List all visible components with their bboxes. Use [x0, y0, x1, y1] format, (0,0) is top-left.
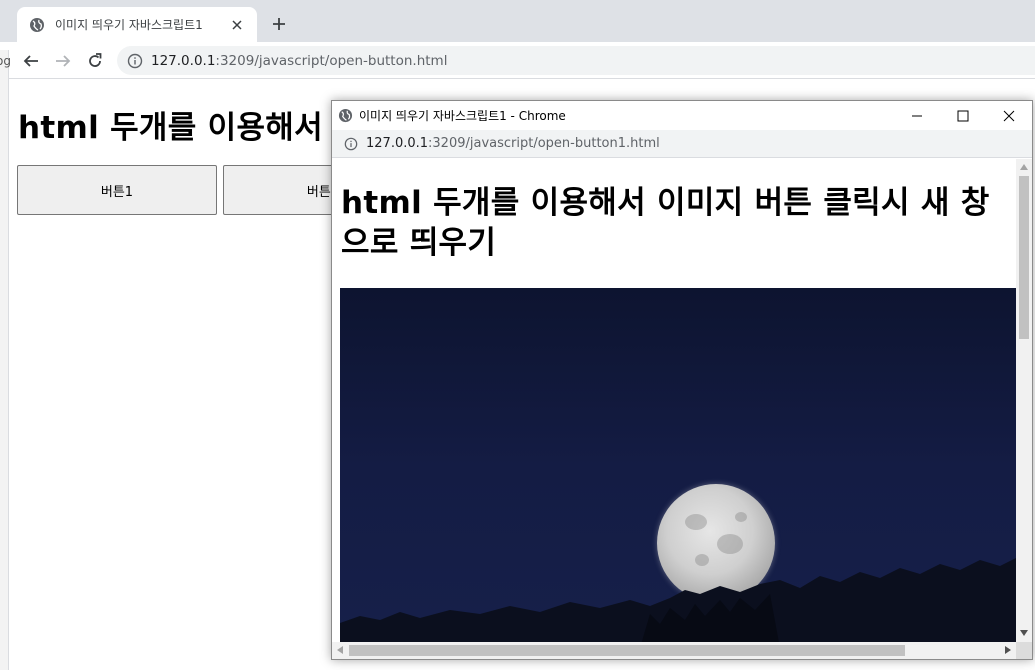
plus-icon[interactable] [268, 13, 290, 35]
moon-image [340, 288, 1016, 642]
browser-toolbar: 127.0.0.1:3209/javascript/open-button.ht… [0, 42, 1035, 79]
popup-heading: html 두개를 이용해서 이미지 버튼 클릭시 새 창으로 띄우기 [341, 185, 990, 261]
info-icon[interactable] [127, 53, 143, 69]
forward-icon[interactable] [50, 48, 76, 74]
popup-title: 이미지 띄우기 자바스크립트1 - Chrome [359, 109, 566, 123]
close-tab-icon[interactable] [227, 15, 247, 35]
info-icon[interactable] [344, 137, 358, 151]
address-bar[interactable]: 127.0.0.1:3209/javascript/open-button.ht… [117, 46, 1035, 75]
address-url: 127.0.0.1:3209/javascript/open-button.ht… [151, 52, 448, 69]
tab-title: 이미지 띄우기 자바스크립트1 [55, 18, 203, 32]
vertical-scrollbar[interactable] [1016, 159, 1032, 642]
maximize-icon[interactable] [940, 101, 986, 130]
popup-content: html 두개를 이용해서 이미지 버튼 클릭시 새 창으로 띄우기 [332, 159, 1016, 642]
close-window-icon[interactable] [986, 101, 1032, 130]
horizontal-scrollbar[interactable] [332, 642, 1016, 659]
button-1[interactable]: 버튼1 [17, 165, 217, 215]
back-icon[interactable] [18, 48, 44, 74]
scrollbar-corner [1016, 642, 1032, 659]
page-heading: html 두개를 이용해서 [18, 110, 323, 146]
left-window-edge: og [0, 50, 11, 670]
browser-tab[interactable]: 이미지 띄우기 자바스크립트1 [17, 7, 257, 42]
tab-strip: 이미지 띄우기 자바스크립트1 [0, 0, 1035, 42]
forest-silhouette [340, 558, 1016, 642]
left-edge-text: og [0, 54, 11, 68]
scroll-up-icon[interactable] [1020, 164, 1028, 170]
horizontal-scroll-thumb[interactable] [349, 645, 905, 656]
popup-window: 이미지 띄우기 자바스크립트1 - Chrome 127.0.0.1:3209/… [331, 100, 1033, 660]
scroll-right-icon[interactable] [1005, 646, 1011, 654]
scroll-left-icon[interactable] [337, 646, 343, 654]
popup-titlebar[interactable]: 이미지 띄우기 자바스크립트1 - Chrome [332, 101, 1032, 130]
minimize-icon[interactable] [894, 101, 940, 130]
globe-icon [338, 108, 353, 123]
globe-icon [30, 17, 44, 32]
scroll-down-icon[interactable] [1020, 630, 1028, 636]
popup-address-bar[interactable]: 127.0.0.1:3209/javascript/open-button1.h… [332, 130, 1032, 158]
reload-icon[interactable] [82, 48, 108, 74]
vertical-scroll-thumb[interactable] [1019, 176, 1029, 339]
popup-address-url: 127.0.0.1:3209/javascript/open-button1.h… [366, 136, 660, 151]
